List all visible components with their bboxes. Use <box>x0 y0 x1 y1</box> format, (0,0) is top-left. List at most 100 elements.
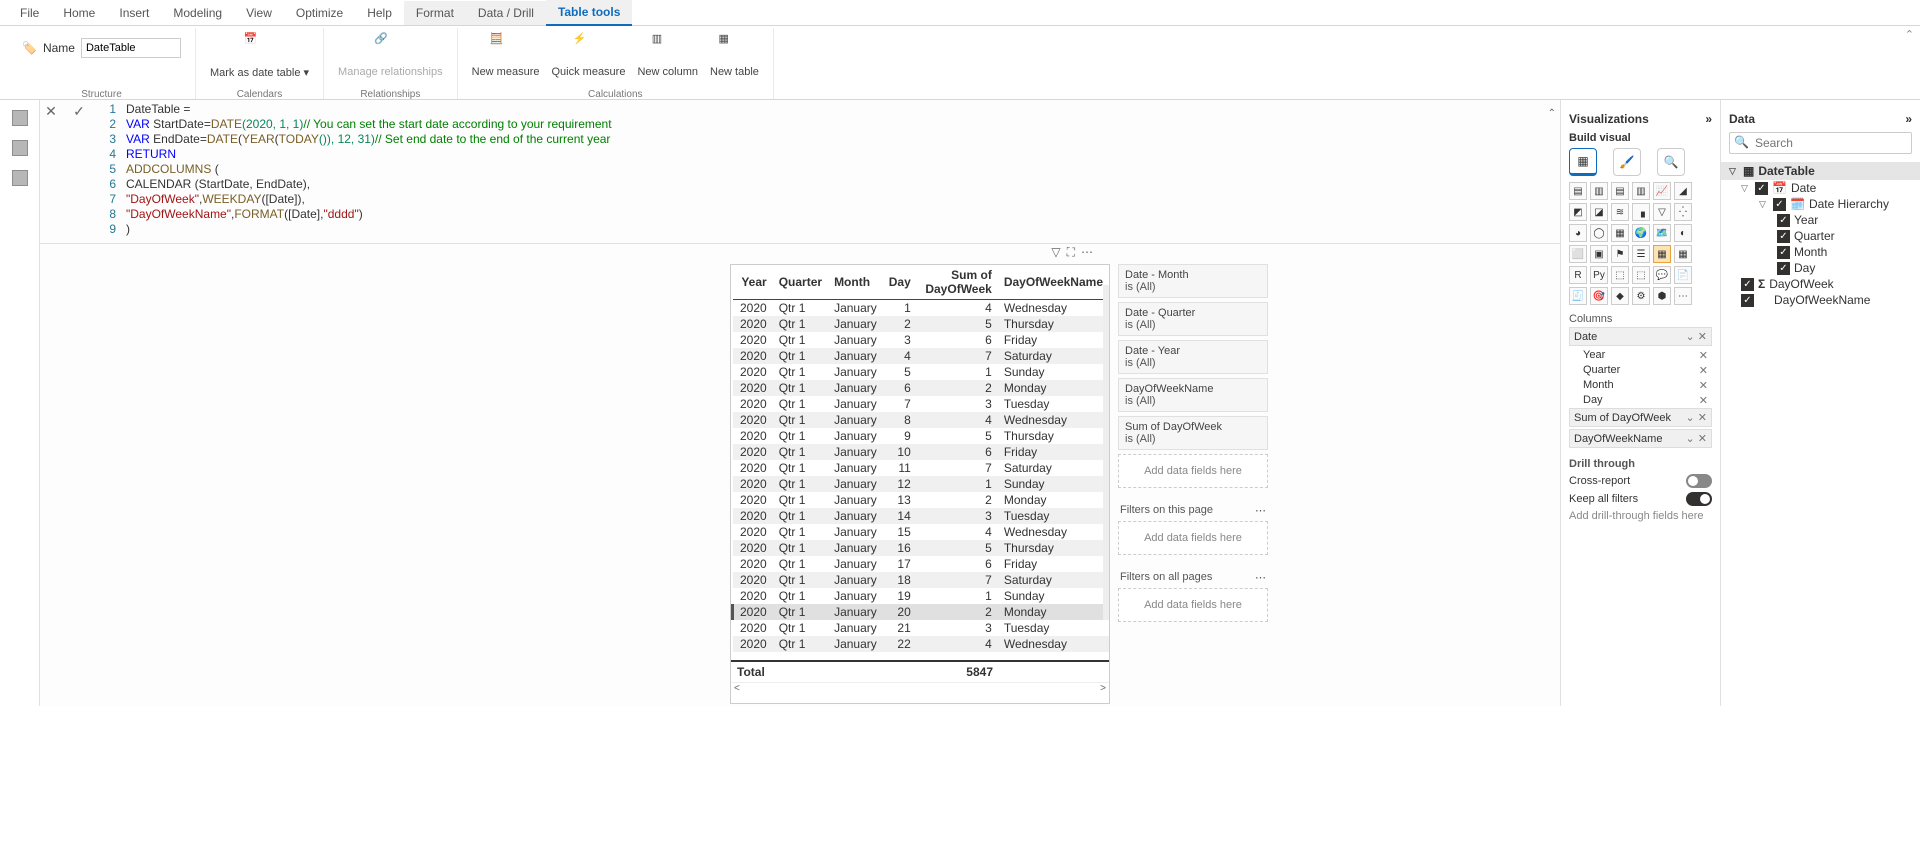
line-clustered-icon[interactable]: ◪ <box>1590 203 1608 221</box>
field-well-downame[interactable]: DayOfWeekName⌄ ✕ <box>1569 429 1712 448</box>
tree-field-dayofweekname[interactable]: ✓DayOfWeekName <box>1729 292 1912 308</box>
waterfall-icon[interactable]: ▗ <box>1632 203 1650 221</box>
remove-field-downame[interactable]: ✕ <box>1698 433 1707 445</box>
tab-optimize[interactable]: Optimize <box>284 1 355 25</box>
checkbox-checked-icon[interactable]: ✓ <box>1773 198 1786 211</box>
powerapps-icon[interactable]: ◆ <box>1611 287 1629 305</box>
table-row[interactable]: 2020Qtr 1January191Sunday <box>733 588 1110 604</box>
slicer-icon[interactable]: ☰ <box>1632 245 1650 263</box>
field-well-quarter[interactable]: Quarter✕ <box>1569 363 1712 378</box>
donut-icon[interactable]: ◯ <box>1590 224 1608 242</box>
field-well-day[interactable]: Day✕ <box>1569 393 1712 408</box>
formula-collapse-icon[interactable]: ⌃ <box>1548 106 1556 121</box>
dax-editor[interactable]: ⌃ 1DateTable = 2VAR StartDate = DATE(202… <box>96 102 1560 241</box>
stacked-bar-icon[interactable]: ▤ <box>1569 182 1587 200</box>
r-visual-icon[interactable]: R <box>1569 266 1587 284</box>
field-well-year[interactable]: Year✕ <box>1569 348 1712 363</box>
automate-icon[interactable]: ⚙ <box>1632 287 1650 305</box>
checkbox-checked-icon[interactable]: ✓ <box>1777 262 1790 275</box>
chevron-down-icon[interactable]: ⌄ <box>1686 331 1695 343</box>
column-header[interactable]: DayOfWeekName <box>998 265 1109 300</box>
model-view-icon[interactable] <box>12 170 28 186</box>
table-row[interactable]: 2020Qtr 1January47Saturday <box>733 348 1110 364</box>
tree-h-day[interactable]: ✓Day <box>1729 260 1912 276</box>
checkbox-checked-icon[interactable]: ✓ <box>1777 230 1790 243</box>
remove-field-date[interactable]: ✕ <box>1698 331 1707 343</box>
ribbon-chart-icon[interactable]: ≋ <box>1611 203 1629 221</box>
horizontal-scrollbar[interactable]: <> <box>731 682 1109 692</box>
checkbox-checked-icon[interactable]: ✓ <box>1777 214 1790 227</box>
filter-card[interactable]: Date - Quarteris (All) <box>1118 302 1268 336</box>
table-row[interactable]: 2020Qtr 1January154Wednesday <box>733 524 1110 540</box>
table-row[interactable]: 2020Qtr 1January36Friday <box>733 332 1110 348</box>
filled-map-icon[interactable]: 🗺️ <box>1653 224 1671 242</box>
filter-card[interactable]: Date - Yearis (All) <box>1118 340 1268 374</box>
more-visuals-icon[interactable]: ⋯ <box>1674 287 1692 305</box>
tree-date-hierarchy[interactable]: ▽✓🗓️Date Hierarchy <box>1729 196 1912 212</box>
table-row[interactable]: 2020Qtr 1January14Wednesday <box>733 300 1110 317</box>
remove-field-month[interactable]: ✕ <box>1699 379 1708 392</box>
column-header[interactable]: Day <box>883 265 917 300</box>
table-row[interactable]: 2020Qtr 1January202Monday <box>733 604 1110 620</box>
mark-as-date-table-button[interactable]: 📅 Mark as date table ▾ <box>204 30 315 81</box>
checkbox-checked-icon[interactable]: ✓ <box>1741 278 1754 291</box>
matrix-icon[interactable]: ▦ <box>1674 245 1692 263</box>
quick-measure-button[interactable]: ⚡ Quick measure <box>545 30 631 80</box>
card-icon[interactable]: ⬜ <box>1569 245 1587 263</box>
tab-datadrill[interactable]: Data / Drill <box>466 1 546 25</box>
line-chart-icon[interactable]: 📈 <box>1653 182 1671 200</box>
filter-card[interactable]: DayOfWeekNameis (All) <box>1118 378 1268 412</box>
tab-view[interactable]: View <box>234 1 284 25</box>
tab-format[interactable]: Format <box>404 1 466 25</box>
arcgis-icon[interactable]: ⬢ <box>1653 287 1671 305</box>
all-filter-drop[interactable]: Add data fields here <box>1118 588 1268 622</box>
table-row[interactable]: 2020Qtr 1January213Tuesday <box>733 620 1110 636</box>
column-header[interactable]: Quarter <box>773 265 828 300</box>
data-pane-collapse-icon[interactable]: » <box>1905 112 1912 126</box>
field-well-sumdow[interactable]: Sum of DayOfWeek⌄ ✕ <box>1569 408 1712 427</box>
table-row[interactable]: 2020Qtr 1January143Tuesday <box>733 508 1110 524</box>
py-visual-icon[interactable]: Py <box>1590 266 1608 284</box>
filters-all-more-icon[interactable]: ⋯ <box>1255 571 1266 584</box>
funnel-icon[interactable]: ▽ <box>1653 203 1671 221</box>
new-column-button[interactable]: ▥ New column <box>631 30 704 80</box>
scatter-icon[interactable]: ⁛ <box>1674 203 1692 221</box>
checkbox-checked-icon[interactable]: ✓ <box>1741 294 1754 307</box>
table-row[interactable]: 2020Qtr 1January73Tuesday <box>733 396 1110 412</box>
tab-tabletools[interactable]: Table tools <box>546 0 632 26</box>
tab-modeling[interactable]: Modeling <box>161 1 234 25</box>
checkbox-checked-icon[interactable]: ✓ <box>1777 246 1790 259</box>
table-visual-icon[interactable]: ▦ <box>1653 245 1671 263</box>
format-visual-tab[interactable]: 🖌️ <box>1613 148 1641 176</box>
table-row[interactable]: 2020Qtr 1January95Thursday <box>733 428 1110 444</box>
table-visual[interactable]: ▽ ⛶ ⋯ YearQuarterMonthDaySum of DayOfWee… <box>730 264 1110 704</box>
build-visual-tab[interactable]: ▦ <box>1569 148 1597 176</box>
field-well-month[interactable]: Month✕ <box>1569 378 1712 393</box>
vis-pane-collapse-icon[interactable]: » <box>1705 112 1712 126</box>
column-header[interactable]: Month <box>828 265 883 300</box>
table-row[interactable]: 2020Qtr 1January84Wednesday <box>733 412 1110 428</box>
tab-file[interactable]: File <box>8 1 51 25</box>
keep-filters-toggle[interactable] <box>1686 492 1712 506</box>
map-icon[interactable]: 🌍 <box>1632 224 1650 242</box>
remove-field-year[interactable]: ✕ <box>1699 349 1708 362</box>
report-view-icon[interactable] <box>12 110 28 126</box>
table-row[interactable]: 2020Qtr 1January132Monday <box>733 492 1110 508</box>
table-row[interactable]: 2020Qtr 1January165Thursday <box>733 540 1110 556</box>
table-row[interactable]: 2020Qtr 1January25Thursday <box>733 316 1110 332</box>
tree-field-dayofweek[interactable]: ✓ΣDayOfWeek <box>1729 276 1912 292</box>
cross-report-toggle[interactable] <box>1686 474 1712 488</box>
data-view-icon[interactable] <box>12 140 28 156</box>
tab-help[interactable]: Help <box>355 1 404 25</box>
fields-search[interactable]: 🔍 <box>1729 132 1912 154</box>
filter-card[interactable]: Sum of DayOfWeekis (All) <box>1118 416 1268 450</box>
field-well-date[interactable]: Date⌄ ✕ <box>1569 327 1712 346</box>
gauge-icon[interactable]: ◐ <box>1674 224 1692 242</box>
drillthrough-drop[interactable]: Add drill-through fields here <box>1569 508 1712 524</box>
paginated-icon[interactable]: 🧾 <box>1569 287 1587 305</box>
key-influencers-icon[interactable]: ⬚ <box>1611 266 1629 284</box>
table-row[interactable]: 2020Qtr 1January117Saturday <box>733 460 1110 476</box>
manage-relationships-button[interactable]: 🔗 Manage relationships <box>332 30 449 80</box>
checkbox-checked-icon[interactable]: ✓ <box>1755 182 1768 195</box>
stacked-column-icon[interactable]: ▥ <box>1590 182 1608 200</box>
